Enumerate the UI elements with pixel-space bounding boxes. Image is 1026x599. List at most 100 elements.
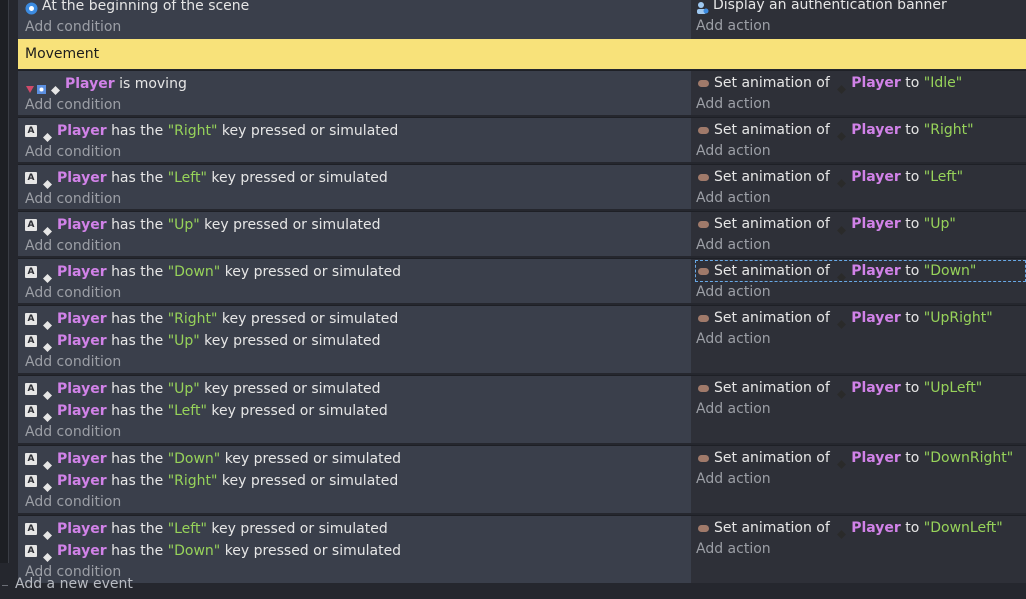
condition-text: has the xyxy=(111,264,164,280)
add-action-link[interactable]: Add action xyxy=(696,469,1026,490)
add-action-link[interactable]: Add action xyxy=(696,235,1026,256)
animation-icon xyxy=(698,454,709,462)
condition-row[interactable]: A Player has the "Right" key pressed or s… xyxy=(25,470,691,492)
action-row[interactable]: Set animation of Player to "Down" xyxy=(695,260,1026,282)
keyboard-key-icon: A xyxy=(25,545,37,557)
movement-event[interactable]: A Player has the "Up" key pressed or simu… xyxy=(18,211,1026,256)
condition-row[interactable]: A Player has the "Down" key pressed or si… xyxy=(25,448,691,470)
action-row[interactable]: Set animation of Player to "UpLeft" xyxy=(696,377,1026,399)
object-diamond-icon xyxy=(837,79,847,94)
object-diamond-icon xyxy=(837,454,847,469)
add-condition-link[interactable]: Add condition xyxy=(25,422,691,443)
condition-text: key pressed or simulated xyxy=(221,123,399,139)
keyboard-key-icon: A xyxy=(25,125,37,137)
movement-event[interactable]: A Player has the "Down" key pressed or si… xyxy=(18,445,1026,513)
action-row[interactable]: Set animation of Player to "UpRight" xyxy=(696,307,1026,329)
add-condition-link[interactable]: Add condition xyxy=(25,142,691,163)
condition-text: key pressed or simulated xyxy=(204,381,381,397)
movement-event[interactable]: Player is moving Add condition Set animati… xyxy=(18,70,1026,115)
animation-icon xyxy=(698,314,709,322)
animation-name: "Down" xyxy=(923,263,977,279)
action-row[interactable]: Set animation of Player to "Up" xyxy=(696,213,1026,235)
condition-row[interactable]: A Player has the "Down" key pressed or si… xyxy=(25,261,691,283)
animation-name: "Idle" xyxy=(923,75,963,91)
add-condition-link[interactable]: Add condition xyxy=(25,352,691,373)
object-name: Player xyxy=(57,217,107,233)
condition-row[interactable]: A Player has the "Up" key pressed or simu… xyxy=(25,378,691,400)
condition-text: key pressed or simulated xyxy=(221,311,399,327)
conditions-column: A Player has the "Down" key pressed or si… xyxy=(18,445,691,513)
object-diamond-icon xyxy=(837,173,847,188)
scene-start-event[interactable]: At the beginning of the scene Add condit… xyxy=(18,0,1026,39)
object-name: Player xyxy=(851,450,901,466)
condition-row[interactable]: A Player has the "Left" key pressed or si… xyxy=(25,167,691,189)
object-diamond-icon xyxy=(51,80,60,95)
condition-text: key pressed or simulated xyxy=(204,333,381,349)
actions-column: Set animation of Player to "Down" Add act… xyxy=(691,258,1026,303)
condition-text: has the xyxy=(111,381,164,397)
animation-icon xyxy=(698,384,709,392)
object-diamond-icon xyxy=(837,220,847,235)
object-diamond-icon xyxy=(837,384,847,399)
action-row[interactable]: Set animation of Player to "Right" xyxy=(696,119,1026,141)
add-action-link[interactable]: Add action xyxy=(696,399,1026,420)
movement-event[interactable]: A Player has the "Down" key pressed or si… xyxy=(18,258,1026,303)
movement-event[interactable]: A Player has the "Up" key pressed or simu… xyxy=(18,375,1026,443)
add-condition-link[interactable]: Add condition xyxy=(25,283,691,304)
condition-row[interactable]: At the beginning of the scene xyxy=(25,0,691,17)
condition-row[interactable]: Player is moving xyxy=(25,73,691,95)
condition-row[interactable]: A Player has the "Right" key pressed or s… xyxy=(25,308,691,330)
scene-start-icon xyxy=(25,0,38,14)
condition-text: has the xyxy=(111,217,164,233)
action-row[interactable]: Set animation of Player to "Idle" xyxy=(696,72,1026,94)
object-diamond-icon xyxy=(43,174,52,189)
add-action-link[interactable]: Add action xyxy=(696,16,1026,37)
condition-row[interactable]: A Player has the "Left" key pressed or si… xyxy=(25,400,691,422)
condition-text: has the xyxy=(111,543,164,559)
add-action-link[interactable]: Add action xyxy=(696,329,1026,350)
animation-name: "DownLeft" xyxy=(923,520,1003,536)
add-condition-link[interactable]: Add condition xyxy=(25,236,691,257)
movement-event[interactable]: A Player has the "Left" key pressed or si… xyxy=(18,515,1026,583)
keyboard-key-icon: A xyxy=(25,219,37,231)
movement-event[interactable]: A Player has the "Right" key pressed or s… xyxy=(18,305,1026,373)
add-condition-link[interactable]: Add condition xyxy=(25,189,691,210)
object-diamond-icon xyxy=(837,314,847,329)
action-row[interactable]: Set animation of Player to "DownRight" xyxy=(696,447,1026,469)
add-action-link[interactable]: Add action xyxy=(696,94,1026,115)
object-name: Player xyxy=(851,122,901,138)
object-name: Player xyxy=(57,123,107,139)
condition-row[interactable]: A Player has the "Down" key pressed or si… xyxy=(25,540,691,562)
condition-row[interactable]: A Player has the "Right" key pressed or s… xyxy=(25,120,691,142)
add-action-link[interactable]: Add action xyxy=(696,282,1026,303)
condition-row[interactable]: A Player has the "Left" key pressed or si… xyxy=(25,518,691,540)
group-title: Movement xyxy=(25,46,100,62)
action-row[interactable]: Display an authentication banner xyxy=(696,0,1026,16)
condition-text: has the xyxy=(111,403,164,419)
animation-icon xyxy=(698,524,709,532)
add-new-event-button[interactable]: Add a new event xyxy=(15,576,133,592)
event-group-header[interactable]: Movement xyxy=(18,39,1026,69)
keyboard-key-icon: A xyxy=(25,172,37,184)
add-condition-link[interactable]: Add condition xyxy=(25,95,691,116)
add-action-link[interactable]: Add action xyxy=(696,141,1026,162)
keyboard-key-icon: A xyxy=(25,335,37,347)
action-row[interactable]: Set animation of Player to "DownLeft" xyxy=(696,517,1026,539)
action-text: to xyxy=(905,75,920,91)
add-action-link[interactable]: Add action xyxy=(696,188,1026,209)
action-row[interactable]: Set animation of Player to "Left" xyxy=(696,166,1026,188)
condition-text: key pressed or simulated xyxy=(221,473,399,489)
object-diamond-icon xyxy=(43,385,52,400)
condition-row[interactable]: A Player has the "Up" key pressed or simu… xyxy=(25,214,691,236)
action-text: Set animation of xyxy=(714,520,830,536)
add-condition-link[interactable]: Add condition xyxy=(25,492,691,513)
condition-text: At the beginning of the scene xyxy=(42,0,250,14)
movement-event[interactable]: A Player has the "Left" key pressed or si… xyxy=(18,164,1026,209)
add-condition-link[interactable]: Add condition xyxy=(25,17,691,38)
keyboard-key-icon: A xyxy=(25,313,37,325)
movement-event[interactable]: A Player has the "Right" key pressed or s… xyxy=(18,117,1026,162)
condition-row[interactable]: A Player has the "Up" key pressed or simu… xyxy=(25,330,691,352)
keyboard-key-icon: A xyxy=(25,266,37,278)
add-action-link[interactable]: Add action xyxy=(696,539,1026,560)
actions-column: Set animation of Player to "Idle" Add act… xyxy=(691,70,1026,115)
